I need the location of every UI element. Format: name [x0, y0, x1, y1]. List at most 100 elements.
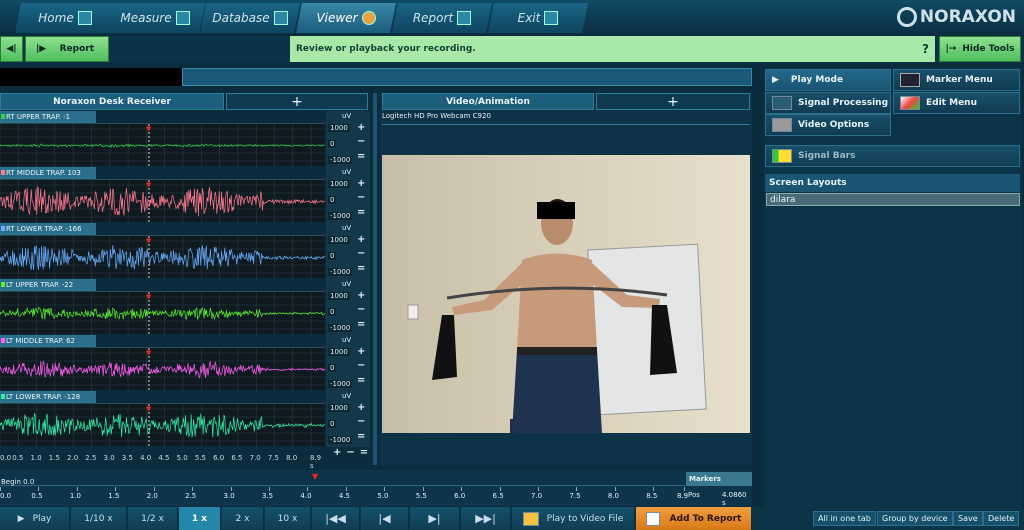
scale-up-button[interactable]: + — [357, 290, 365, 301]
time-tick: 6.5 — [231, 454, 243, 462]
channel-plot[interactable]: ▼ — [0, 291, 326, 335]
timeline-tick: 1.0 — [69, 492, 81, 500]
splitter[interactable] — [373, 93, 377, 465]
step-back-icon: |◀ — [378, 512, 391, 525]
channel-plot[interactable]: ▼ — [0, 179, 325, 223]
timeline-ruler[interactable]: 0.0 0.5 1.0 1.5 2.0 2.5 3.0 3.5 4.0 4.5 5.0 5.5 6.0 6… — [0, 487, 688, 503]
scale-down-button[interactable]: − — [357, 192, 365, 203]
screen-layouts-header: Screen Layouts — [765, 174, 1020, 192]
add-emg-tab-button[interactable]: + — [226, 93, 368, 110]
scale-fit-button[interactable]: = — [357, 375, 365, 386]
add-to-report-button[interactable]: Add To Report — [636, 507, 752, 530]
emg-channel: LT MIDDLE TRAP. 62 ▼ uV 1000 0 -1000 + −… — [0, 335, 370, 391]
channel-label[interactable]: LT MIDDLE TRAP. 62 — [0, 335, 96, 347]
scale-up-button[interactable]: + — [357, 346, 365, 357]
group-by-device-button[interactable]: Group by device — [877, 511, 953, 526]
layout-item[interactable]: dilara — [766, 193, 1020, 206]
emg-time-axis: 0.0 0.5 1.0 1.5 2.0 2.5 3.0 3.5 4.0 4.5 5.0 5.5 6.0 6… — [0, 452, 325, 470]
time-tick: 3.5 — [121, 454, 133, 462]
scale-fit-button[interactable]: = — [357, 207, 365, 218]
signal-bars-icon — [772, 149, 792, 163]
channel-plot[interactable]: ▼ — [0, 403, 325, 447]
scale-fit-button[interactable]: = — [357, 319, 365, 330]
skip-to-end-button[interactable]: ▶▶| — [461, 507, 511, 530]
report-step-button[interactable]: |▶ Report — [25, 36, 109, 62]
tab-report[interactable]: Report — [392, 3, 492, 33]
scale-fit-button[interactable]: = — [357, 431, 365, 442]
channel-label[interactable]: RT LOWER TRAP. -166 — [0, 223, 96, 235]
timeline-tick: 0.5 — [31, 492, 43, 500]
emg-signal: ▼ — [0, 292, 326, 335]
delete-button[interactable]: Delete — [983, 511, 1020, 526]
marker-menu-button[interactable]: Marker Menu — [893, 69, 1020, 91]
tab-viewer[interactable]: Viewer — [296, 3, 396, 33]
timeline-tick: 2.5 — [185, 492, 197, 500]
signal-processing-button[interactable]: Signal Processing — [765, 92, 891, 114]
scale-down-button[interactable]: − — [357, 304, 365, 315]
tab-home[interactable]: Home — [15, 3, 115, 33]
speed-1-10-button[interactable]: 1/10 x — [71, 507, 127, 530]
emg-signal: ▼ — [0, 124, 325, 167]
tab-database[interactable]: Database — [200, 3, 300, 33]
skip-start-icon: |◀◀ — [325, 512, 346, 525]
zoom-fit-button[interactable]: = — [360, 447, 368, 458]
speed-10x-button[interactable]: 10 x — [265, 507, 311, 530]
channel-plot[interactable]: ▼ — [0, 347, 326, 391]
add-video-tab-button[interactable]: + — [596, 93, 750, 110]
zoom-out-button[interactable]: − — [346, 447, 354, 458]
scale-down-button[interactable]: − — [357, 360, 365, 371]
main-nav: Home Measure Database Viewer Report Exit… — [0, 0, 1024, 35]
video-options-button[interactable]: Video Options — [765, 114, 891, 136]
timeline-tick: 4.5 — [338, 492, 350, 500]
overview-bar — [182, 68, 752, 86]
marker-menu-icon — [900, 73, 920, 87]
channel-label[interactable]: RT UPPER TRAP. -1 — [0, 111, 96, 123]
time-tick: 5.5 — [194, 454, 206, 462]
scale-up-button[interactable]: + — [357, 402, 365, 413]
speed-1x-button[interactable]: 1 x — [179, 507, 221, 530]
help-button[interactable]: ? — [922, 42, 929, 56]
scale-up-button[interactable]: + — [357, 122, 365, 133]
scale-fit-button[interactable]: = — [357, 151, 365, 162]
scale-down-button[interactable]: − — [357, 416, 365, 427]
scale-up-button[interactable]: + — [357, 178, 365, 189]
channel-plot[interactable]: ▼ — [0, 235, 326, 279]
scale-down-button[interactable]: − — [357, 136, 365, 147]
hide-tools-icon: |→ — [945, 44, 957, 54]
scale-fit-button[interactable]: = — [357, 263, 365, 274]
cursor-marker: ▼ — [146, 181, 152, 189]
zoom-in-button[interactable]: + — [333, 447, 341, 458]
tab-measure[interactable]: Measure — [105, 3, 205, 33]
forward-icon: |▶ — [36, 44, 47, 54]
video-camera-icon — [772, 118, 792, 132]
speed-2x-button[interactable]: 2 x — [222, 507, 264, 530]
emg-signal: ▼ — [0, 404, 325, 447]
time-tick: 7.0 — [249, 454, 261, 462]
channel-plot[interactable]: ▼ — [0, 123, 325, 167]
timeline-tick: 8.5 — [646, 492, 658, 500]
channel-label[interactable]: LT LOWER TRAP. -128 — [0, 391, 96, 403]
speed-1-2-button[interactable]: 1/2 x — [128, 507, 178, 530]
hide-tools-button[interactable]: |→ Hide Tools — [939, 36, 1021, 62]
time-tick: 0.0 — [0, 454, 12, 462]
skip-to-start-button[interactable]: |◀◀ — [312, 507, 360, 530]
exit-arrow-icon — [544, 11, 559, 25]
signal-bars-button[interactable]: Signal Bars — [765, 145, 1020, 167]
scale-down-button[interactable]: − — [357, 248, 365, 259]
step-forward-button[interactable]: ▶| — [410, 507, 460, 530]
video-panel-title: Video/Animation — [382, 93, 594, 110]
emg-panel-header: Noraxon Desk Receiver + — [0, 93, 370, 110]
play-mode-button[interactable]: ▶ Play Mode — [765, 69, 891, 91]
scale-up-button[interactable]: + — [357, 234, 365, 245]
channel-label[interactable]: LT UPPER TRAP. -22 — [0, 279, 96, 291]
play-button[interactable]: ▶ Play — [0, 507, 70, 530]
cursor-marker-icon[interactable]: ▼ — [312, 472, 318, 481]
all-in-one-tab-button[interactable]: All in one tab — [813, 511, 876, 526]
save-button[interactable]: Save — [953, 511, 983, 526]
edit-menu-button[interactable]: Edit Menu — [893, 92, 1020, 114]
step-back-button[interactable]: |◀ — [361, 507, 409, 530]
channel-label[interactable]: RT MIDDLE TRAP. 103 — [0, 167, 96, 179]
back-button[interactable]: ◀| — [0, 36, 23, 62]
play-to-video-file-button[interactable]: Play to Video File — [512, 507, 635, 530]
tab-exit[interactable]: Exit — [488, 3, 588, 33]
